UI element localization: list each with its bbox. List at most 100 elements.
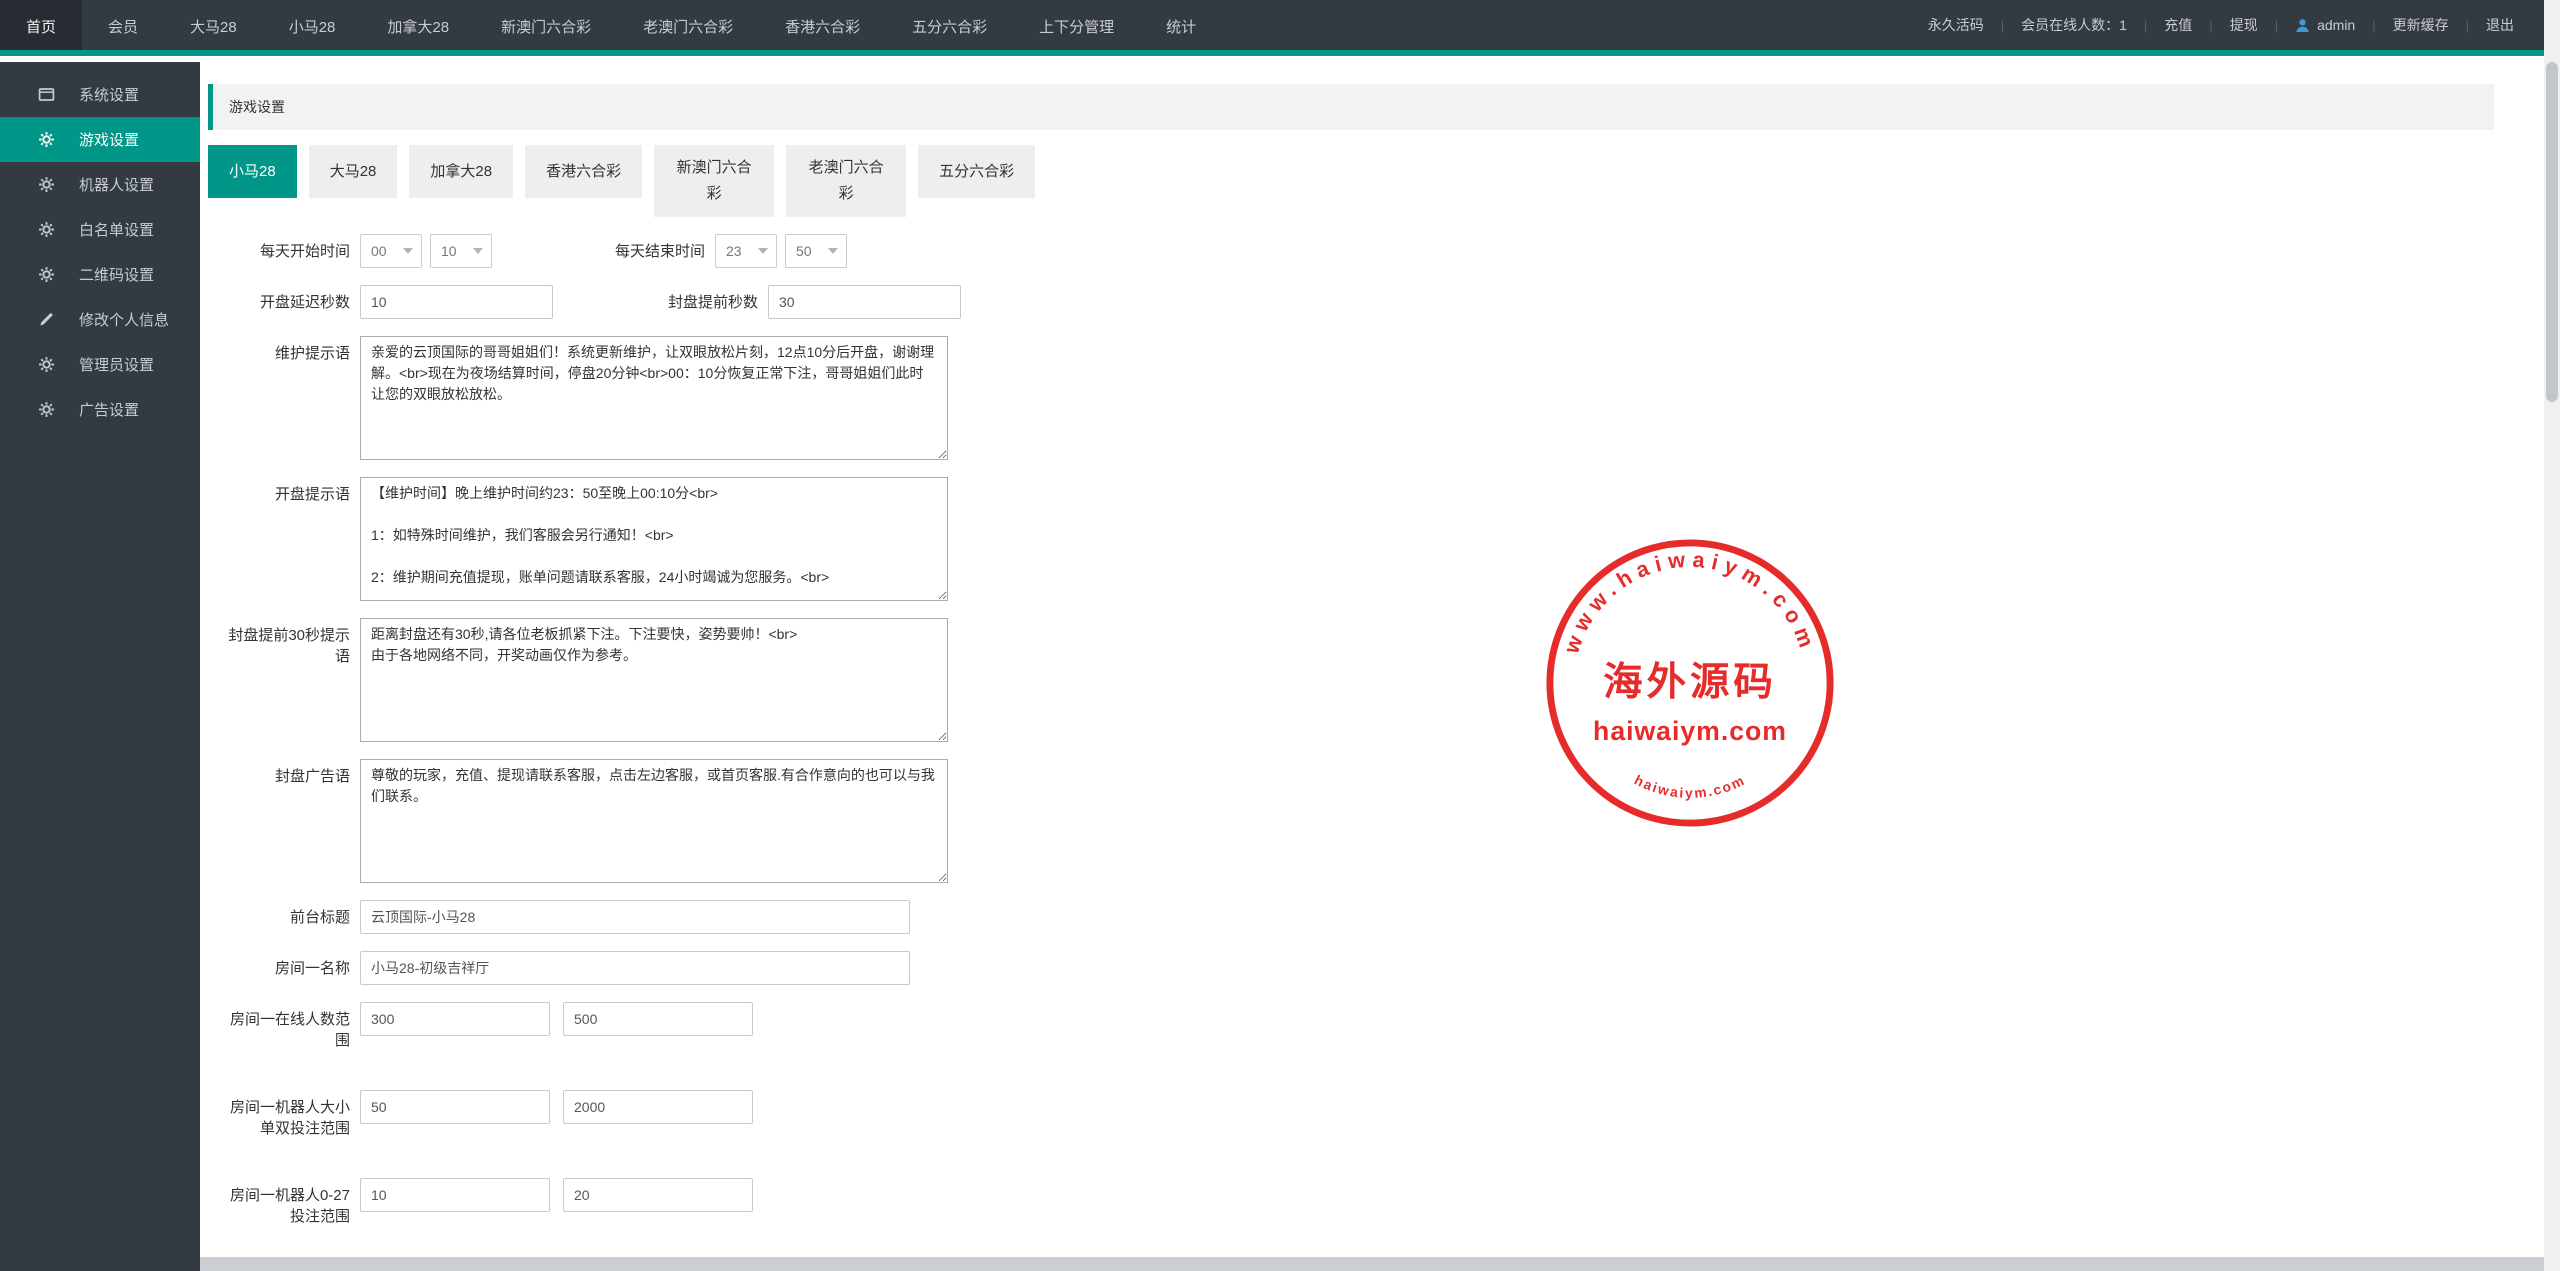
divider: | [2372, 18, 2375, 33]
withdraw-link[interactable]: 提现 [2230, 15, 2258, 35]
sidebar-item-qrcode-settings[interactable]: 二维码设置 [0, 252, 200, 297]
nav-item-score-manage[interactable]: 上下分管理 [1013, 0, 1140, 50]
divider: | [2144, 18, 2147, 33]
chevron-down-icon [403, 248, 413, 254]
room1-online-min-input[interactable] [360, 1002, 550, 1036]
divider: | [2209, 18, 2212, 33]
end-hour-select[interactable]: 23 [715, 234, 777, 268]
open-delay-input[interactable] [360, 285, 553, 319]
tab-xiaoma28[interactable]: 小马28 [208, 145, 297, 198]
open-tip-textarea[interactable]: 【维护时间】晚上维护时间约23：50至晚上00:10分<br> 1：如特殊时间维… [360, 477, 948, 601]
refresh-cache-link[interactable]: 更新缓存 [2393, 15, 2449, 35]
nav-item-hongkong[interactable]: 香港六合彩 [759, 0, 886, 50]
nav-item-xiaoma28[interactable]: 小马28 [263, 0, 362, 50]
sidebar-item-label: 机器人设置 [79, 174, 154, 195]
recharge-link[interactable]: 充值 [2164, 15, 2192, 35]
sidebar: 系统设置 游戏设置 机器人设置 白名单设置 二维码设置 修改个人信息 [0, 62, 200, 1271]
sidebar-item-system-settings[interactable]: 系统设置 [0, 72, 200, 117]
seal-ahead-label: 封盘提前秒数 [628, 292, 758, 313]
divider: | [2275, 18, 2278, 33]
seal-ad-label: 封盘广告语 [220, 766, 350, 787]
nav-item-home[interactable]: 首页 [0, 0, 82, 50]
front-title-label: 前台标题 [220, 907, 350, 928]
page-title: 游戏设置 [229, 97, 285, 117]
maintenance-tip-textarea[interactable]: 亲爱的云顶国际的哥哥姐姐们！系统更新维护，让双眼放松片刻，12点10分后开盘，谢… [360, 336, 948, 460]
gear-icon [38, 266, 55, 283]
sidebar-item-admin-settings[interactable]: 管理员设置 [0, 342, 200, 387]
room1-name-input[interactable] [360, 951, 910, 985]
window-icon [38, 86, 55, 103]
vertical-scrollbar-thumb[interactable] [2546, 62, 2558, 402]
sidebar-item-label: 广告设置 [79, 399, 139, 420]
nav-item-canada28[interactable]: 加拿大28 [361, 0, 475, 50]
admin-username: admin [2317, 17, 2355, 33]
panel-header: 游戏设置 [208, 84, 2494, 130]
room1-robot-bet-max-input[interactable] [563, 1090, 753, 1124]
nav-item-old-macau[interactable]: 老澳门六合彩 [617, 0, 759, 50]
tab-dama28[interactable]: 大马28 [309, 145, 398, 198]
room1-online-label: 房间一在线人数范围 [220, 1009, 350, 1051]
start-hour-select[interactable]: 00 [360, 234, 422, 268]
sidebar-item-edit-profile[interactable]: 修改个人信息 [0, 297, 200, 342]
tab-new-macau[interactable]: 新澳门六合彩 [654, 145, 774, 217]
end-minute-select[interactable]: 50 [785, 234, 847, 268]
start-time-label: 每天开始时间 [220, 241, 350, 262]
sidebar-item-whitelist-settings[interactable]: 白名单设置 [0, 207, 200, 252]
room1-online-max-input[interactable] [563, 1002, 753, 1036]
start-minute-value: 10 [441, 243, 457, 259]
chevron-down-icon [828, 248, 838, 254]
start-minute-select[interactable]: 10 [430, 234, 492, 268]
front-title-input[interactable] [360, 900, 910, 934]
sidebar-item-label: 白名单设置 [79, 219, 154, 240]
online-count-status: 会员在线人数：1 [2021, 15, 2127, 35]
horizontal-scrollbar[interactable] [200, 1257, 2544, 1271]
seal-ahead-input[interactable] [768, 285, 961, 319]
chevron-down-icon [473, 248, 483, 254]
sidebar-item-ad-settings[interactable]: 广告设置 [0, 387, 200, 432]
admin-user-menu[interactable]: admin [2295, 17, 2355, 33]
main-content: 游戏设置 小马28 大马28 加拿大28 香港六合彩 新澳门六合彩 老澳门六合彩… [200, 62, 2544, 1271]
chevron-down-icon [758, 248, 768, 254]
seal30-tip-label: 封盘提前30秒提示语 [220, 625, 350, 667]
sidebar-item-label: 系统设置 [79, 84, 139, 105]
seal-ad-textarea[interactable]: 尊敬的玩家，充值、提现请联系客服，点击左边客服，或首页客服.有合作意向的也可以与… [360, 759, 948, 883]
vertical-scrollbar[interactable] [2544, 0, 2560, 1271]
user-icon [2295, 18, 2310, 33]
logout-link[interactable]: 退出 [2486, 15, 2514, 35]
top-navbar: 首页 会员 大马28 小马28 加拿大28 新澳门六合彩 老澳门六合彩 香港六合… [0, 0, 2560, 56]
tab-wufen[interactable]: 五分六合彩 [918, 145, 1035, 198]
sidebar-item-label: 管理员设置 [79, 354, 154, 375]
seal30-tip-textarea[interactable]: 距离封盘还有30秒,请各位老板抓紧下注。下注要快，姿势要帅！<br> 由于各地网… [360, 618, 948, 742]
room1-robot-bet-label: 房间一机器人大小单双投注范围 [220, 1097, 350, 1139]
nav-item-members[interactable]: 会员 [82, 0, 164, 50]
game-tabs: 小马28 大马28 加拿大28 香港六合彩 新澳门六合彩 老澳门六合彩 五分六合… [208, 145, 2544, 217]
nav-item-new-macau[interactable]: 新澳门六合彩 [475, 0, 617, 50]
sidebar-item-robot-settings[interactable]: 机器人设置 [0, 162, 200, 207]
end-minute-value: 50 [796, 243, 812, 259]
nav-item-stats[interactable]: 统计 [1140, 0, 1222, 50]
nav-item-wufen[interactable]: 五分六合彩 [886, 0, 1013, 50]
room1-robot-027-max-input[interactable] [563, 1178, 753, 1212]
room1-robot-bet-min-input[interactable] [360, 1090, 550, 1124]
main-menu: 首页 会员 大马28 小马28 加拿大28 新澳门六合彩 老澳门六合彩 香港六合… [0, 0, 1222, 50]
gear-icon [38, 176, 55, 193]
tab-old-macau[interactable]: 老澳门六合彩 [786, 145, 906, 217]
settings-form: 每天开始时间 00 10 每天结束时间 23 50 [200, 234, 2544, 1271]
open-delay-label: 开盘延迟秒数 [220, 292, 350, 313]
navbar-right: 永久活码 | 会员在线人数：1 | 充值 | 提现 | admin | 更新缓存… [1928, 0, 2560, 50]
tab-canada28[interactable]: 加拿大28 [409, 145, 513, 198]
perm-code-link[interactable]: 永久活码 [1928, 15, 1984, 35]
nav-item-dama28[interactable]: 大马28 [164, 0, 263, 50]
open-tip-label: 开盘提示语 [220, 484, 350, 505]
gear-icon [38, 221, 55, 238]
sidebar-item-label: 游戏设置 [79, 129, 139, 150]
sidebar-item-label: 二维码设置 [79, 264, 154, 285]
room1-robot-027-label: 房间一机器人0-27投注范围 [220, 1185, 350, 1227]
sidebar-item-label: 修改个人信息 [79, 309, 169, 330]
tab-hongkong[interactable]: 香港六合彩 [525, 145, 642, 198]
sidebar-item-game-settings[interactable]: 游戏设置 [0, 117, 200, 162]
room1-name-label: 房间一名称 [220, 958, 350, 979]
room1-robot-027-min-input[interactable] [360, 1178, 550, 1212]
end-hour-value: 23 [726, 243, 742, 259]
end-time-label: 每天结束时间 [575, 241, 705, 262]
